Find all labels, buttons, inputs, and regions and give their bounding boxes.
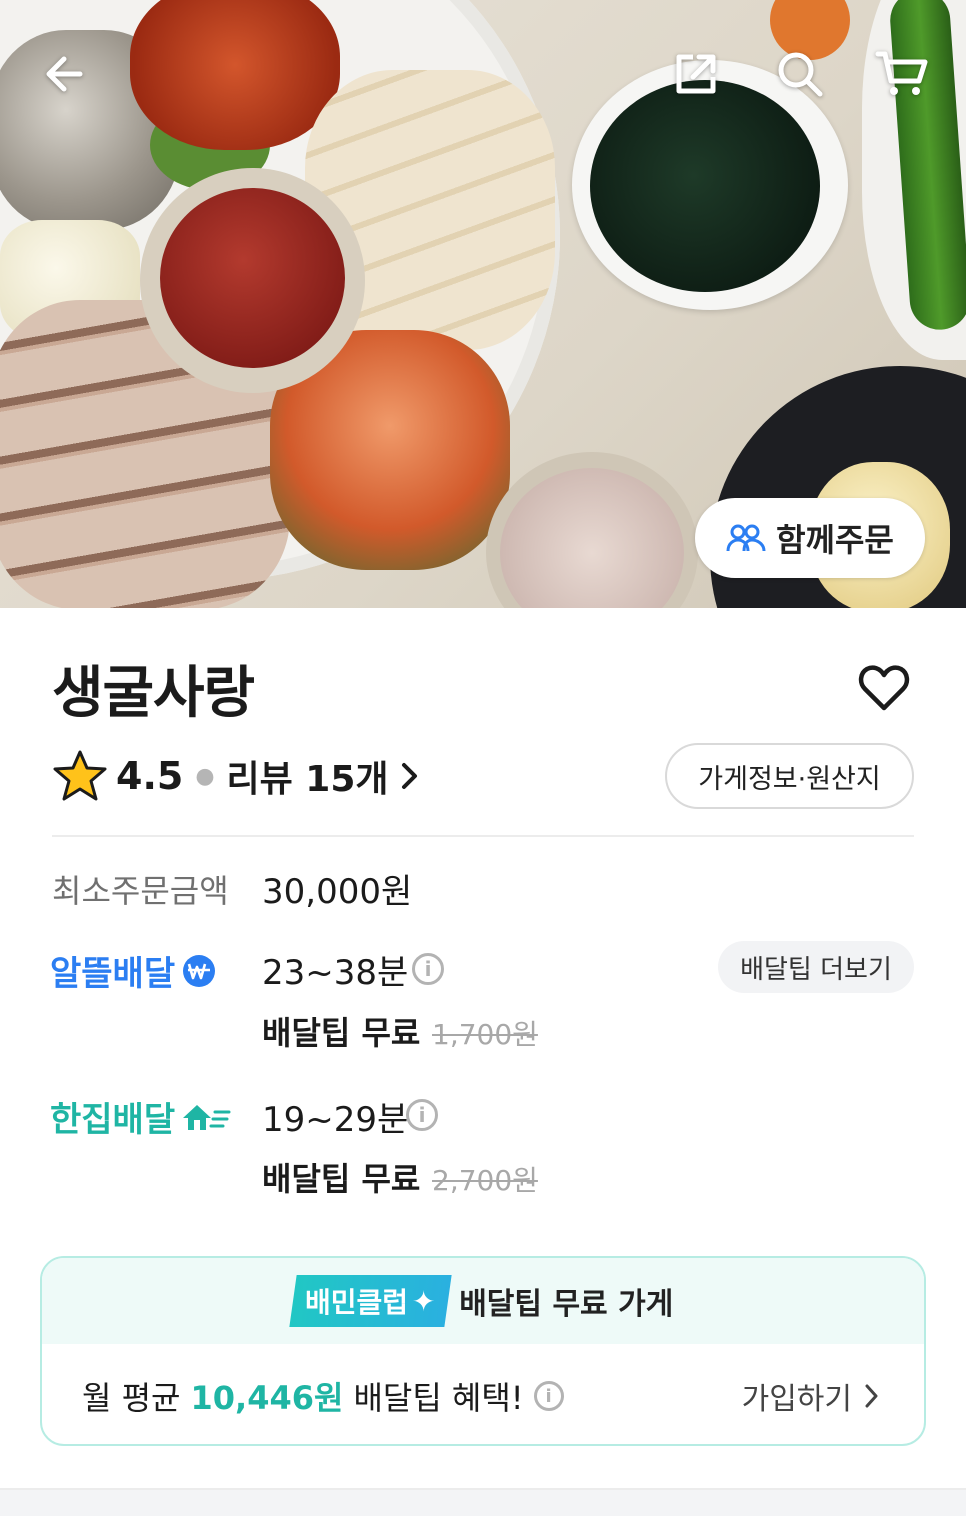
separator-dot: ● — [195, 763, 215, 789]
cart-button[interactable] — [870, 42, 934, 106]
share-icon — [676, 54, 716, 94]
club-headline: 배달팁 무료 가게 — [459, 1287, 674, 1322]
arrow-left-icon — [46, 56, 83, 92]
club-banner-header: 배민클럽 ✦ 배달팁 무료 가게 — [42, 1258, 924, 1344]
section-separator — [0, 1488, 966, 1516]
info-icon[interactable]: i — [406, 1099, 438, 1131]
info-icon[interactable]: i — [533, 1381, 564, 1411]
club-benefit-prefix: 월 평균 — [82, 1379, 181, 1417]
min-order-label: 최소주문금액 — [52, 872, 229, 910]
people-icon — [726, 524, 766, 552]
heart-icon — [858, 665, 910, 711]
alttle-delivery-label: 알뜰배달 — [50, 946, 217, 995]
alttle-original-tip: 1,700원 — [432, 1018, 538, 1051]
alttle-delivery-text: 알뜰배달 — [50, 954, 176, 994]
star-icon — [53, 750, 107, 801]
club-join-label: 가입하기 — [741, 1382, 852, 1417]
hanjip-original-tip: 2,700원 — [432, 1164, 538, 1197]
store-hero-image: 함께주문 — [0, 0, 966, 608]
club-benefit-amount: 10,446원 — [190, 1379, 344, 1417]
hanjip-delivery-label: 한집배달 — [50, 1092, 231, 1141]
divider — [52, 835, 914, 837]
search-icon — [778, 52, 823, 97]
review-count-link[interactable]: 리뷰 15개 — [227, 750, 389, 802]
search-button[interactable] — [768, 42, 832, 106]
cart-icon — [875, 51, 928, 95]
club-join-button[interactable]: 가입하기 — [741, 1344, 880, 1444]
delivery-tip-more-button[interactable]: 배달팁 더보기 — [718, 941, 914, 993]
group-order-button[interactable]: 함께주문 — [695, 498, 925, 578]
club-benefit-row: 월 평균 10,446원 배달팁 혜택! i 가입하기 — [42, 1344, 924, 1444]
min-order-value: 30,000원 — [262, 872, 413, 912]
club-benefit-suffix: 배달팁 혜택! — [353, 1379, 524, 1417]
hanjip-delivery-time: 19~29분 — [262, 1100, 409, 1140]
store-name: 생굴사랑 — [52, 661, 255, 726]
alttle-tip-label: 배달팁 무료 — [262, 1014, 421, 1052]
chevron-right-icon — [865, 1384, 878, 1408]
chevron-right-icon — [401, 763, 417, 789]
rating-row[interactable]: 4.5 ● 리뷰 15개 — [52, 748, 421, 804]
home-speed-icon — [183, 1104, 231, 1130]
favorite-button[interactable] — [852, 656, 916, 720]
club-badge-text: 배민클럽 — [304, 1286, 408, 1319]
group-order-label: 함께주문 — [776, 521, 894, 559]
back-button[interactable] — [32, 42, 96, 106]
alttle-delivery-time: 23~38분 — [262, 953, 409, 993]
hanjip-delivery-text: 한집배달 — [50, 1100, 176, 1140]
hanjip-tip-label: 배달팁 무료 — [262, 1160, 421, 1198]
club-badge: 배민클럽 ✦ — [289, 1275, 451, 1327]
store-info-button[interactable]: 가게정보·원산지 — [665, 743, 914, 809]
rating-score: 4.5 — [116, 754, 184, 798]
won-coin-icon — [183, 954, 216, 987]
share-button[interactable] — [664, 42, 728, 106]
baemin-club-banner[interactable]: 배민클럽 ✦ 배달팁 무료 가게 월 평균 10,446원 배달팁 혜택! i … — [40, 1256, 926, 1446]
info-icon[interactable]: i — [412, 953, 444, 985]
sparkle-icon: ✦ — [411, 1284, 436, 1318]
